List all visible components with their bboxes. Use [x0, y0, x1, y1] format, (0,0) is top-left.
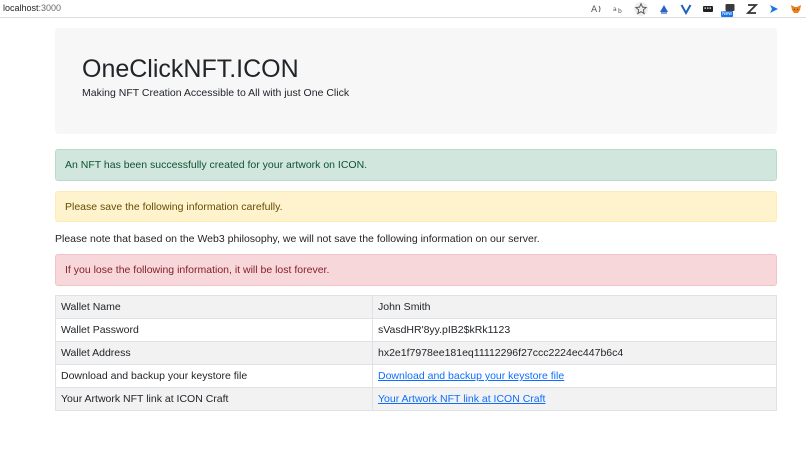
success-alert-text: An NFT has been successfully created for… — [65, 159, 368, 171]
keystore-cell: Download and backup your keystore file — [372, 364, 777, 388]
nft-craft-link[interactable]: Your Artwork NFT link at ICON Craft — [378, 393, 545, 405]
page-title: OneClickNFT.ICON — [82, 55, 299, 83]
header-jumbotron: OneClickNFT.ICON Making NFT Creation Acc… — [55, 28, 777, 134]
extension-arrow-icon[interactable] — [767, 3, 780, 16]
page-container: OneClickNFT.ICON Making NFT Creation Acc… — [55, 28, 777, 411]
extension-z-icon[interactable] — [745, 3, 758, 16]
svg-text:A: A — [591, 5, 598, 15]
wallet-password-value: sVasdHR'8yy.pIB2$kRk1123 — [372, 318, 777, 342]
keystore-label: Download and backup your keystore file — [55, 364, 373, 388]
wallet-name-value: John Smith — [372, 295, 777, 319]
warning-alert: Please save the following information ca… — [55, 191, 777, 222]
translate-icon[interactable]: ab — [612, 3, 625, 16]
wallet-address-value: hx2e1f7978ee181eq11112296f27ccc2224ec447… — [372, 341, 777, 365]
metamask-icon[interactable] — [789, 3, 802, 16]
url-host: localhost — [3, 3, 39, 13]
new-badge: New — [721, 10, 734, 17]
url-field[interactable]: localhost:3000 — [3, 3, 61, 13]
extension-keyboard-icon[interactable] — [701, 3, 714, 16]
url-port: :3000 — [38, 3, 62, 13]
read-aloud-icon[interactable]: A — [590, 3, 603, 16]
danger-alert: If you lose the following information, i… — [55, 254, 777, 286]
table-row: Download and backup your keystore file D… — [55, 364, 777, 388]
wallet-name-label: Wallet Name — [55, 295, 373, 319]
table-row: Your Artwork NFT link at ICON Craft Your… — [55, 387, 777, 411]
table-row: Wallet Address hx2e1f7978ee181eq11112296… — [55, 341, 777, 365]
keystore-download-link[interactable]: Download and backup your keystore file — [378, 370, 564, 382]
extension-v-icon[interactable] — [679, 3, 692, 16]
browser-address-bar: localhost:3000 A ab New — [0, 0, 806, 18]
web3-note: Please note that based on the Web3 philo… — [55, 233, 540, 245]
table-row: Wallet Password sVasdHR'8yy.pIB2$kRk1123 — [55, 318, 777, 342]
favorite-icon[interactable] — [634, 2, 648, 16]
page-subtitle: Making NFT Creation Accessible to All wi… — [82, 87, 350, 99]
wallet-address-label: Wallet Address — [55, 341, 373, 365]
wallet-password-label: Wallet Password — [55, 318, 373, 342]
extension-new-icon[interactable]: New — [721, 3, 736, 17]
danger-alert-text: If you lose the following information, i… — [65, 264, 330, 276]
nft-link-cell: Your Artwork NFT link at ICON Craft — [372, 387, 777, 411]
warning-alert-text: Please save the following information ca… — [65, 200, 283, 213]
nft-link-label: Your Artwork NFT link at ICON Craft — [55, 387, 373, 411]
table-row: Wallet Name John Smith — [55, 295, 777, 319]
success-alert: An NFT has been successfully created for… — [55, 149, 777, 181]
svg-text:a: a — [613, 6, 617, 13]
browser-toolbar: A ab New — [590, 1, 802, 17]
wallet-info-table: Wallet Name John Smith Wallet Password s… — [55, 295, 777, 411]
svg-text:b: b — [618, 8, 622, 15]
extension-1-icon[interactable] — [657, 3, 670, 16]
